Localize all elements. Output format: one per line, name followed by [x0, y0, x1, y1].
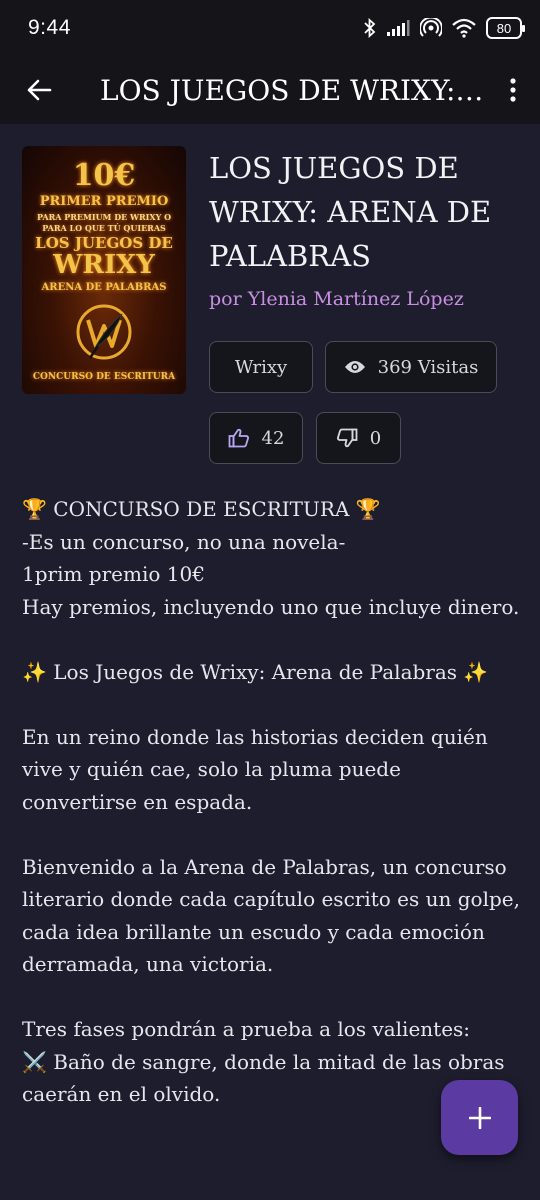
- book-title: LOS JUEGOS DE WRIXY: ARENA DE PALABRAS: [209, 146, 521, 278]
- status-time: 9:44: [28, 16, 71, 39]
- views-count: 369 Visitas: [377, 356, 479, 378]
- dislike-button[interactable]: 0: [316, 412, 401, 464]
- description-paragraph-3: En un reino donde las historias deciden …: [22, 724, 488, 814]
- description-line: Tres fases pondrán a prueba a los valien…: [22, 1017, 471, 1041]
- cover-footer: CONCURSO DE ESCRITURA: [32, 372, 176, 382]
- book-title-line-3: PALABRAS: [209, 239, 371, 273]
- description-line: Hay premios, incluyendo uno que incluye …: [22, 594, 520, 619]
- hotspot-icon: [420, 18, 442, 37]
- cover-prize-detail-2: PARA LO QUE TÚ QUIERAS: [42, 223, 166, 233]
- thumb-up-icon: [228, 428, 249, 448]
- arrow-back-icon: [27, 79, 52, 101]
- thumb-down-icon: [336, 428, 358, 448]
- plus-icon: [468, 1106, 491, 1129]
- app-bar-title: LOS JUEGOS DE WRIXY: ARENA DE PALABRAS: [100, 73, 486, 107]
- status-icons: 80: [364, 17, 525, 39]
- views-chip: 369 Visitas: [325, 341, 497, 393]
- likes-count: 42: [261, 427, 285, 449]
- book-title-line-1: LOS JUEGOS DE: [209, 151, 459, 185]
- wifi-icon: [452, 18, 476, 38]
- author-link[interactable]: por Ylenia Martínez López: [209, 288, 521, 310]
- like-button[interactable]: 42: [209, 412, 303, 464]
- bluetooth-icon: [364, 18, 376, 38]
- cover-prize-amount: 10€: [72, 158, 136, 193]
- cover-prize-detail-1: PARA PREMIUM DE WRIXY O: [36, 212, 172, 222]
- dislikes-count: 0: [369, 427, 382, 449]
- cover-subtitle: ARENA DE PALABRAS: [41, 282, 167, 293]
- description-line: 1prim premio 10€: [22, 562, 205, 586]
- description-line: ⚔️ Baño de sangre, donde la mitad de las…: [22, 1049, 505, 1107]
- description-line: -Es un concurso, no una novela-: [22, 529, 346, 554]
- tag-label: Wrixy: [234, 356, 288, 378]
- status-bar: 9:44 80: [0, 0, 540, 56]
- battery-level: 80: [496, 20, 512, 36]
- eye-icon: [344, 361, 365, 373]
- description-paragraph-4: Bienvenido a la Arena de Palabras, un co…: [22, 854, 520, 977]
- book-description: 🏆 CONCURSO DE ESCRITURA 🏆 -Es un concurs…: [22, 493, 522, 1143]
- tag-chip[interactable]: Wrixy: [209, 341, 313, 393]
- book-cover[interactable]: 10€ PRIMER PREMIO PARA PREMIUM DE WRIXY …: [22, 146, 186, 394]
- cell-signal-icon: [387, 20, 410, 36]
- description-paragraph-2: ✨ Los Juegos de Wrixy: Arena de Palabras…: [22, 659, 489, 684]
- more-vert-icon: [510, 78, 516, 102]
- description-line: 🏆 CONCURSO DE ESCRITURA 🏆: [22, 497, 381, 521]
- book-info: LOS JUEGOS DE WRIXY: ARENA DE PALABRAS p…: [209, 146, 521, 310]
- quill-emblem-icon: [76, 304, 132, 360]
- book-title-line-2: WRIXY: ARENA DE: [209, 195, 492, 229]
- cover-title-line-2: WRIXY: [53, 250, 155, 280]
- cover-prize-label: PRIMER PREMIO: [39, 194, 169, 209]
- back-button[interactable]: [0, 56, 78, 124]
- app-bar: LOS JUEGOS DE WRIXY: ARENA DE PALABRAS: [0, 56, 540, 124]
- add-fab-button[interactable]: [441, 1080, 518, 1155]
- battery-icon: 80: [486, 17, 525, 39]
- more-options-button[interactable]: [486, 56, 540, 124]
- description-paragraph-1: 🏆 CONCURSO DE ESCRITURA 🏆 -Es un concurs…: [22, 493, 522, 623]
